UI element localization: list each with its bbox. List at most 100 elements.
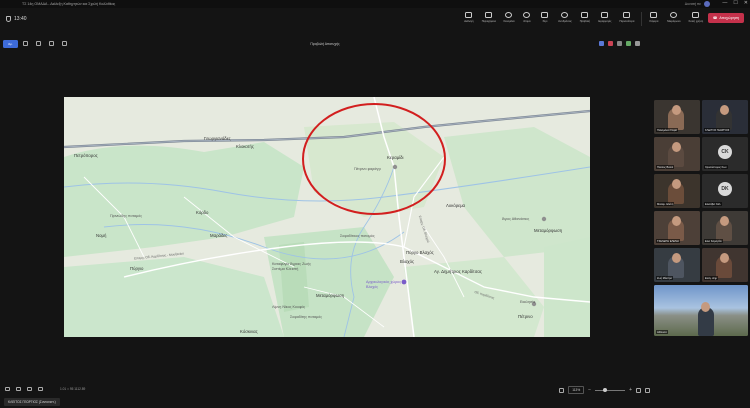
map-label: Γεωργιανάδες bbox=[204, 136, 231, 141]
view-icon bbox=[581, 12, 589, 18]
map-label: Άγιος Αθανάσιος bbox=[502, 217, 530, 221]
zoom-in-icon[interactable]: + bbox=[629, 387, 632, 393]
tool-reactions[interactable]: Αντιδράσεις bbox=[555, 10, 575, 28]
user-name: Δυνατή πε bbox=[684, 2, 701, 6]
avatar bbox=[704, 1, 710, 7]
tool-conversation[interactable]: Συνομιλία bbox=[501, 10, 517, 28]
map-label: Πρινιώδης ποταμός bbox=[110, 214, 143, 218]
window-title: ΤΣ 14η ΟΜΑΔΑ - Διάλεξη Καθηγητών και Σχο… bbox=[22, 2, 116, 6]
tool-more[interactable]: Περισσότερα bbox=[617, 10, 637, 28]
map-poi-label: Αρχαιολογικός χώρος Βλαχός bbox=[366, 280, 402, 289]
redo-icon[interactable] bbox=[38, 387, 43, 391]
tool-apps[interactable]: Εφαρμογές bbox=[595, 10, 615, 28]
more-options-icon[interactable] bbox=[645, 387, 650, 393]
participant-head bbox=[672, 216, 681, 226]
participant-head bbox=[672, 142, 681, 152]
tool-raise-hand[interactable]: Χέρι bbox=[537, 10, 553, 28]
window-controls: — ☐ ✕ bbox=[722, 0, 748, 6]
participant-initials: CK bbox=[718, 145, 732, 159]
zoom-slider[interactable] bbox=[595, 388, 626, 392]
map-label: Σοφαδίτικος ποταμός bbox=[340, 234, 375, 238]
meeting-timer: 13:40 bbox=[14, 16, 27, 22]
map-label: Πετρόπορος bbox=[74, 153, 98, 158]
participant-tile[interactable]: Ευαγ. Δημ bbox=[702, 248, 748, 282]
more-icon bbox=[623, 12, 631, 18]
fullscreen-toggle-icon[interactable] bbox=[636, 387, 641, 393]
share-icon bbox=[692, 12, 700, 18]
heart-icon[interactable] bbox=[16, 387, 21, 391]
map-label: Εκκλησία bbox=[520, 300, 536, 304]
popout-icon[interactable] bbox=[617, 41, 622, 46]
tool-view[interactable]: Προβολή bbox=[577, 10, 593, 28]
coordinate-readout: 1.01 = 95 1112.89 bbox=[60, 387, 86, 391]
zoom-out-icon[interactable]: − bbox=[588, 387, 591, 393]
people-icon bbox=[523, 12, 531, 18]
tool-chat[interactable]: Διαλογή bbox=[461, 10, 477, 28]
share-button[interactable]: Κοινή χρήση bbox=[686, 10, 706, 28]
participant-head bbox=[672, 105, 681, 115]
mic-button[interactable]: Μικρόφωνο bbox=[664, 10, 684, 28]
undo-icon[interactable] bbox=[27, 387, 32, 391]
participant-tile[interactable]: Παύλος Βασιλ bbox=[654, 137, 700, 171]
slider-knob[interactable] bbox=[603, 388, 608, 392]
map-label: Πέτρινο bbox=[518, 314, 533, 319]
share-toolbar: Άρ. Προβολή Αποτυχής bbox=[0, 38, 650, 52]
zoom-select[interactable]: 113% bbox=[568, 386, 585, 394]
user-account[interactable]: Δυνατή πε bbox=[685, 1, 710, 7]
fit-icon[interactable] bbox=[559, 387, 565, 393]
maximize-button[interactable]: ☐ bbox=[733, 0, 737, 6]
content-icon bbox=[485, 12, 493, 18]
participant-head bbox=[720, 253, 729, 263]
map-label: Κεραμίδι bbox=[387, 155, 404, 160]
title-bar: ΤΣ 14η ΟΜΑΔΑ - Διάλεξη Καθηγητών και Σχο… bbox=[0, 0, 750, 8]
screen-icon[interactable] bbox=[5, 387, 10, 391]
participant-head bbox=[720, 105, 729, 115]
share-title: Προβολή Αποτυχής bbox=[310, 42, 340, 46]
participant-tile[interactable]: Παλαμάκια Σοφία bbox=[654, 100, 700, 134]
participant-tile[interactable]: Ζωή Μάστρο bbox=[654, 248, 700, 282]
participant-tile[interactable]: Μαλαμ. Ελένη bbox=[654, 174, 700, 208]
participant-name: Ευαγ. Δημ bbox=[704, 276, 718, 280]
participant-tile[interactable]: ΤΣΕΛΕΠΗ ΕΛΕΝΗ bbox=[654, 211, 700, 245]
tool-people[interactable]: Άτομα bbox=[519, 10, 535, 28]
share-right-tools bbox=[599, 41, 640, 46]
expand-icon[interactable] bbox=[635, 41, 640, 46]
map-label: Νομή bbox=[96, 233, 107, 238]
participant-initials: DK bbox=[718, 182, 732, 196]
map-label: Κλοκοτής bbox=[236, 144, 254, 149]
map-label: Αγ. Δημήτριος Καρδίτσας bbox=[434, 269, 482, 274]
participant-tile[interactable]: DK Ελισάβετ Καλ bbox=[702, 174, 748, 208]
teams-window: ΤΣ 14η ΟΜΑΔΑ - Διάλεξη Καθηγητών και Σχο… bbox=[0, 0, 750, 408]
toolbar-divider bbox=[640, 12, 642, 26]
leave-button[interactable]: ☎ Αποχώρηση bbox=[707, 13, 744, 23]
map-label: Κόσκινας bbox=[240, 329, 258, 334]
map-label: Σοφαδίτης ποταμός bbox=[290, 315, 323, 319]
minimize-button[interactable]: — bbox=[722, 0, 727, 6]
participant-tile[interactable]: CK Χρυσόστομος Κων bbox=[702, 137, 748, 171]
participant-name: Ζωή Μάστρο bbox=[656, 276, 673, 280]
map-label: Μεταμόρφωση bbox=[316, 293, 345, 298]
participant-head bbox=[672, 179, 681, 189]
fullscreen-icon[interactable] bbox=[626, 41, 631, 46]
participant-tile[interactable]: ΚΛΕΙΤΟΣ ΓΕΩΡΓΙΟΣ bbox=[702, 100, 748, 134]
chat-icon bbox=[465, 12, 473, 18]
zoom-controls: 113% − + bbox=[559, 386, 650, 394]
tool-content[interactable]: Περιεχόμενο bbox=[479, 10, 499, 28]
camera-button[interactable]: Κάμερα bbox=[646, 10, 662, 28]
participant-name: Χρυσόστομος Κων bbox=[704, 165, 728, 169]
stop-icon[interactable] bbox=[608, 41, 613, 46]
map-label: Καταφύγιο Άγριας Ζωής Σιστέμα Κλειστή bbox=[272, 262, 312, 271]
participant-name: Ελισ Καραγιάν bbox=[704, 239, 723, 243]
participant-head bbox=[701, 302, 710, 312]
map-label: Πύργιο bbox=[130, 266, 144, 271]
participant-tile-room[interactable]: Αίθουσα bbox=[654, 285, 748, 336]
hand-icon bbox=[541, 12, 549, 18]
close-button[interactable]: ✕ bbox=[744, 0, 748, 6]
reaction-icon bbox=[561, 12, 569, 18]
annotate-icon[interactable] bbox=[599, 41, 604, 46]
share-bottom-bar: 1.01 = 95 1112.89 113% − + bbox=[0, 384, 650, 396]
shared-map[interactable]: Πετρόπορος Γεωργιανάδες Κλοκοτής Κεραμίδ… bbox=[64, 97, 590, 337]
map-label: Λίμνη Νίκος Κουφός bbox=[272, 305, 306, 309]
participant-tile[interactable]: Ελισ Καραγιάν bbox=[702, 211, 748, 245]
participant-name: Ελισάβετ Καλ bbox=[704, 202, 722, 206]
